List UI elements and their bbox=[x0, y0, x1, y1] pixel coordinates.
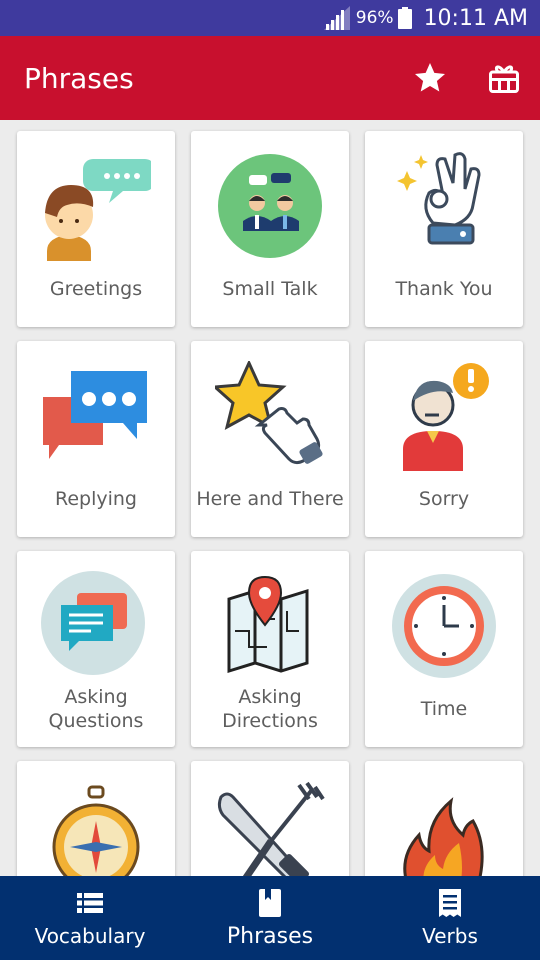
category-label: Asking Questions bbox=[48, 686, 144, 732]
category-card-compass[interactable] bbox=[17, 761, 175, 876]
category-label: Here and There bbox=[196, 488, 344, 510]
category-label: Replying bbox=[54, 488, 137, 510]
nav-verbs[interactable]: Verbs bbox=[360, 876, 540, 960]
fire-icon bbox=[403, 797, 484, 876]
nav-vocabulary[interactable]: Vocabulary bbox=[0, 876, 180, 960]
category-card-replying[interactable]: Replying bbox=[17, 341, 175, 537]
category-label: Greetings bbox=[49, 278, 143, 300]
map-pin-icon bbox=[227, 575, 309, 674]
question-bubbles-icon bbox=[41, 571, 145, 675]
category-label: Asking Directions bbox=[222, 686, 318, 732]
category-card-here-and-there[interactable]: Here and There bbox=[191, 341, 349, 537]
knife-fork-icon bbox=[217, 781, 325, 876]
receipt-icon bbox=[439, 889, 461, 917]
list-icon bbox=[77, 893, 103, 913]
category-card-sorry[interactable]: Sorry bbox=[365, 341, 523, 537]
category-label: Small Talk bbox=[222, 278, 318, 300]
ok-hand-icon bbox=[397, 152, 481, 245]
nav-label: Vocabulary bbox=[34, 924, 146, 948]
nav-label: Verbs bbox=[422, 924, 478, 948]
battery-percent: 96% bbox=[355, 8, 394, 28]
battery-icon bbox=[397, 7, 412, 29]
nav-phrases[interactable]: Phrases bbox=[180, 876, 360, 960]
apologizing-person-icon bbox=[403, 363, 489, 471]
category-label: Time bbox=[420, 698, 468, 720]
compass-icon bbox=[52, 785, 140, 876]
star-pointing-icon bbox=[215, 361, 323, 465]
category-grid: Greetings Small Talk Thank You Replying … bbox=[0, 120, 540, 876]
category-card-asking-directions[interactable]: Asking Directions bbox=[191, 551, 349, 747]
status-time: 10:11 AM bbox=[423, 5, 528, 31]
small-talk-people-icon bbox=[218, 154, 322, 258]
category-card-food[interactable] bbox=[191, 761, 349, 876]
category-card-thank-you[interactable]: Thank You bbox=[365, 131, 523, 327]
book-icon bbox=[259, 888, 281, 917]
page-title: Phrases bbox=[24, 61, 134, 95]
status-bar: 96% 10:11 AM bbox=[0, 0, 540, 36]
category-card-asking-questions[interactable]: Asking Questions bbox=[17, 551, 175, 747]
app-bar: Phrases bbox=[0, 36, 540, 120]
star-icon[interactable] bbox=[412, 60, 448, 96]
category-card-small-talk[interactable]: Small Talk bbox=[191, 131, 349, 327]
greeting-person-icon bbox=[45, 159, 151, 261]
category-card-greetings[interactable]: Greetings bbox=[17, 131, 175, 327]
bottom-navigation: Vocabulary Phrases Verbs bbox=[0, 876, 540, 960]
chat-bubbles-icon bbox=[43, 371, 147, 459]
clock-icon bbox=[392, 574, 496, 678]
nav-label: Phrases bbox=[226, 923, 314, 949]
signal-icon bbox=[323, 6, 350, 30]
category-card-time[interactable]: Time bbox=[365, 551, 523, 747]
category-label: Sorry bbox=[418, 488, 470, 510]
category-label: Thank You bbox=[395, 278, 493, 300]
category-card-fire[interactable] bbox=[365, 761, 523, 876]
gift-icon[interactable] bbox=[486, 60, 522, 96]
